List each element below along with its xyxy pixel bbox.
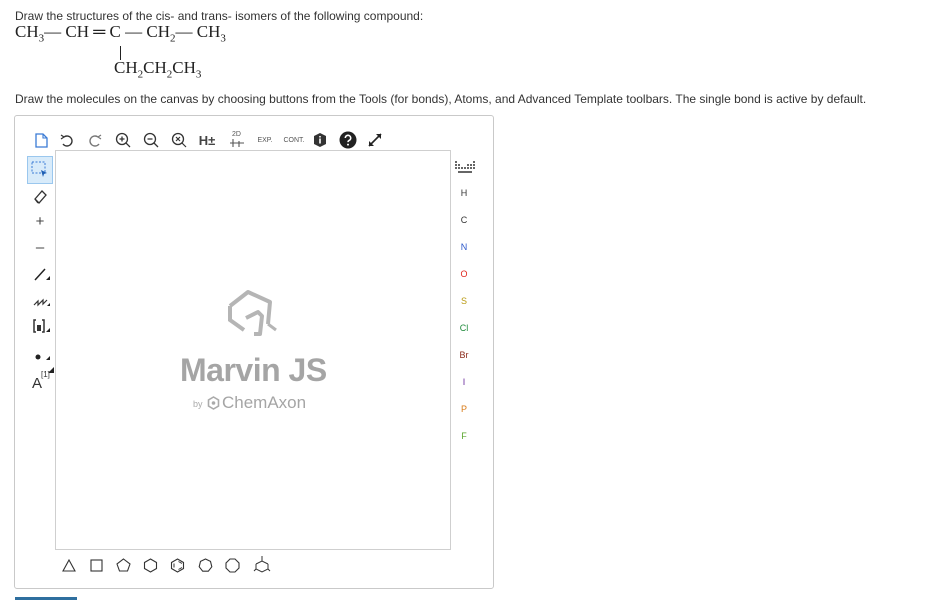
chemaxon-brand-name: ChemAxon bbox=[222, 393, 307, 412]
marvin-logo bbox=[222, 286, 284, 340]
question-prompt: Draw the structures of the cis- and tran… bbox=[15, 9, 424, 23]
fullscreen-button[interactable] bbox=[366, 131, 384, 149]
atom-p-button[interactable]: P bbox=[454, 404, 474, 414]
info-icon bbox=[312, 132, 328, 148]
expand-arrows-icon bbox=[367, 132, 383, 148]
formula-main: CH3— CH ═ C — CH2— CH3 bbox=[15, 22, 226, 45]
zoom-fit-button[interactable] bbox=[170, 131, 188, 149]
template-benzene[interactable] bbox=[168, 556, 186, 574]
atom-map-arrow-icon bbox=[48, 367, 54, 373]
atom-map-button[interactable]: A [1] bbox=[30, 367, 54, 392]
chain-icon bbox=[31, 291, 51, 309]
atom-cl-button[interactable]: Cl bbox=[454, 323, 474, 333]
contract-group-button[interactable]: CONT. bbox=[282, 130, 306, 150]
zoom-out-icon bbox=[143, 132, 159, 148]
decrease-charge-button[interactable]: – bbox=[30, 238, 50, 256]
template-cyclopentane[interactable] bbox=[114, 556, 132, 574]
template-cyclopropane[interactable] bbox=[60, 556, 78, 574]
radical-button[interactable] bbox=[30, 344, 52, 364]
radical-dot-icon bbox=[31, 345, 51, 363]
tab-underline bbox=[15, 597, 77, 600]
expand-label: EXP. bbox=[257, 136, 273, 144]
zoom-out-button[interactable] bbox=[142, 131, 160, 149]
drawing-canvas[interactable] bbox=[55, 150, 451, 550]
periodic-table-button[interactable] bbox=[454, 159, 476, 175]
single-bond-icon bbox=[31, 265, 51, 283]
bracket-tool-button[interactable] bbox=[30, 316, 52, 336]
undo-button[interactable] bbox=[58, 131, 76, 149]
marvin-brand-name: Marvin JS bbox=[180, 352, 327, 388]
increase-charge-button[interactable]: + bbox=[30, 212, 50, 230]
clean-2d-button[interactable]: 2D bbox=[226, 130, 248, 150]
contract-label: CONT. bbox=[283, 136, 305, 144]
selection-tool-button[interactable] bbox=[27, 156, 53, 184]
help-icon bbox=[339, 131, 357, 149]
chemaxon-logo-icon bbox=[207, 396, 220, 410]
new-document-button[interactable] bbox=[32, 131, 50, 149]
hexagon-ring-icon bbox=[143, 557, 158, 573]
flask-hand-icon bbox=[222, 286, 284, 340]
pentagon-ring-icon bbox=[115, 558, 131, 572]
new-document-icon bbox=[34, 132, 48, 148]
marvin-brand-by: by bbox=[193, 399, 203, 409]
chair-template-icon bbox=[253, 555, 271, 573]
chain-tool-button[interactable] bbox=[30, 290, 52, 310]
template-cyclohexane[interactable] bbox=[141, 556, 159, 574]
help-button[interactable] bbox=[338, 130, 358, 150]
atom-h-button[interactable]: H bbox=[454, 188, 474, 198]
template-cyclooctane[interactable] bbox=[223, 556, 241, 574]
bracket-icon bbox=[31, 317, 51, 335]
benzene-ring-icon bbox=[170, 557, 185, 573]
template-cycloheptane[interactable] bbox=[196, 556, 214, 574]
zoom-in-icon bbox=[115, 132, 131, 148]
atom-o-button[interactable]: O bbox=[454, 269, 474, 279]
redo-button[interactable] bbox=[86, 131, 104, 149]
add-explicit-hydrogens-button[interactable]: H± bbox=[196, 131, 218, 149]
compound-formula: CH3— CH ═ C — CH2— CH3 bbox=[15, 22, 226, 44]
expand-group-button[interactable]: EXP. bbox=[254, 130, 276, 150]
rectangle-select-icon bbox=[31, 161, 49, 179]
atom-i-button[interactable]: I bbox=[454, 377, 474, 387]
atom-n-button[interactable]: N bbox=[454, 242, 474, 252]
zoom-fit-icon bbox=[171, 132, 187, 148]
template-chair-cyclohexane[interactable] bbox=[252, 554, 272, 574]
octagon-ring-icon bbox=[224, 557, 240, 573]
eraser-button[interactable] bbox=[30, 187, 50, 205]
atom-c-button[interactable]: C bbox=[454, 215, 474, 225]
template-cyclobutane[interactable] bbox=[87, 556, 105, 574]
redo-icon bbox=[88, 133, 102, 147]
instructions-text: Draw the molecules on the canvas by choo… bbox=[15, 92, 867, 106]
clean-2d-label: 2D bbox=[232, 131, 241, 138]
about-button[interactable] bbox=[311, 131, 329, 149]
heptagon-ring-icon bbox=[198, 557, 213, 573]
triangle-ring-icon bbox=[62, 558, 76, 572]
atom-s-button[interactable]: S bbox=[454, 296, 474, 306]
undo-icon bbox=[60, 133, 74, 147]
atom-f-button[interactable]: F bbox=[454, 431, 474, 441]
formula-branch: CH2CH2CH3 bbox=[114, 58, 202, 81]
single-bond-button[interactable] bbox=[30, 264, 52, 284]
periodic-table-icon bbox=[455, 161, 475, 173]
square-ring-icon bbox=[89, 558, 103, 572]
atom-br-button[interactable]: Br bbox=[454, 350, 474, 360]
zoom-in-button[interactable] bbox=[114, 131, 132, 149]
eraser-icon bbox=[32, 188, 48, 204]
